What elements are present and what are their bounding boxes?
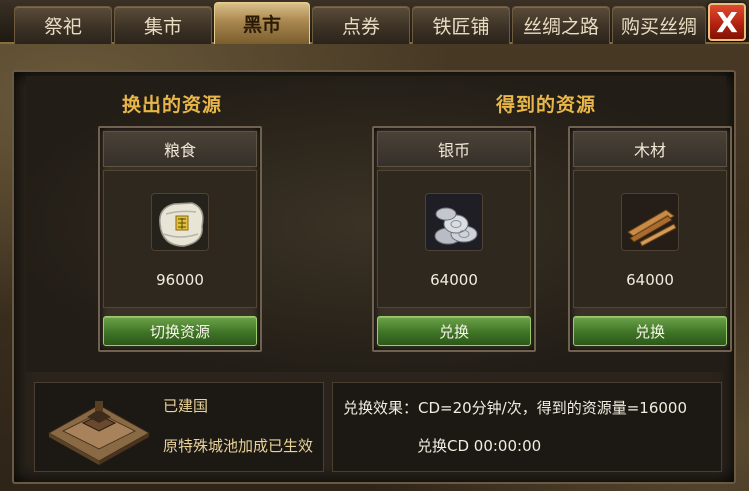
nation-status-box: 已建国 原特殊城池加成已生效 bbox=[34, 382, 324, 472]
resource-amount: 64000 bbox=[430, 271, 478, 289]
resource-amount: 64000 bbox=[626, 271, 674, 289]
grain-sack-icon bbox=[151, 193, 209, 251]
silver-coins-icon bbox=[425, 193, 483, 251]
status-area: 已建国 原特殊城池加成已生效 兑换效果：CD=20分钟/次，得到的资源量=160… bbox=[26, 378, 726, 478]
tab-bar: 祭祀 集市 黑市 点券 铁匠铺 丝绸之路 购买丝绸 X bbox=[0, 0, 749, 44]
close-button[interactable]: X bbox=[708, 3, 746, 41]
card-title: 银币 bbox=[377, 131, 531, 167]
nation-status-text: 已建国 bbox=[163, 397, 209, 415]
get-silver-card: 银币 64000 兑换 bbox=[372, 126, 536, 352]
exchange-area: 换出的资源 得到的资源 粮食 96000 切换资源 银币 64000 兑换 木材… bbox=[26, 76, 732, 372]
tab-black-market[interactable]: 黑市 bbox=[214, 2, 310, 44]
nation-effect-text: 原特殊城池加成已生效 bbox=[163, 437, 314, 455]
exchange-wood-button[interactable]: 兑换 bbox=[573, 316, 727, 346]
exchange-cd-text: 兑换CD 00:00:00 bbox=[417, 437, 542, 455]
exchange-effect-text: 兑换效果：CD=20分钟/次，得到的资源量=16000 bbox=[343, 399, 688, 417]
castle-icon bbox=[39, 387, 157, 467]
exchange-silver-button[interactable]: 兑换 bbox=[377, 316, 531, 346]
tab-coupons[interactable]: 点券 bbox=[312, 6, 410, 44]
resource-amount: 96000 bbox=[156, 271, 204, 289]
card-body: 64000 bbox=[573, 170, 727, 308]
tab-silk-road[interactable]: 丝绸之路 bbox=[512, 6, 610, 44]
tab-sacrifice[interactable]: 祭祀 bbox=[14, 6, 112, 44]
card-body: 96000 bbox=[103, 170, 257, 308]
card-title: 木材 bbox=[573, 131, 727, 167]
switch-resource-button[interactable]: 切换资源 bbox=[103, 316, 257, 346]
exchange-info-box: 兑换效果：CD=20分钟/次，得到的资源量=16000 兑换CD 00:00:0… bbox=[332, 382, 722, 472]
close-icon: X bbox=[716, 5, 738, 39]
tab-buy-silk[interactable]: 购买丝绸 bbox=[612, 6, 706, 44]
give-resource-card: 粮食 96000 切换资源 bbox=[98, 126, 262, 352]
card-body: 64000 bbox=[377, 170, 531, 308]
tab-blacksmith[interactable]: 铁匠铺 bbox=[412, 6, 510, 44]
tab-market[interactable]: 集市 bbox=[114, 6, 212, 44]
wood-planks-icon bbox=[621, 193, 679, 251]
black-market-panel: 换出的资源 得到的资源 粮食 96000 切换资源 银币 64000 兑换 木材… bbox=[12, 70, 736, 484]
card-title: 粮食 bbox=[103, 131, 257, 167]
get-heading: 得到的资源 bbox=[496, 94, 597, 116]
get-wood-card: 木材 64000 兑换 bbox=[568, 126, 732, 352]
give-heading: 换出的资源 bbox=[122, 94, 223, 116]
